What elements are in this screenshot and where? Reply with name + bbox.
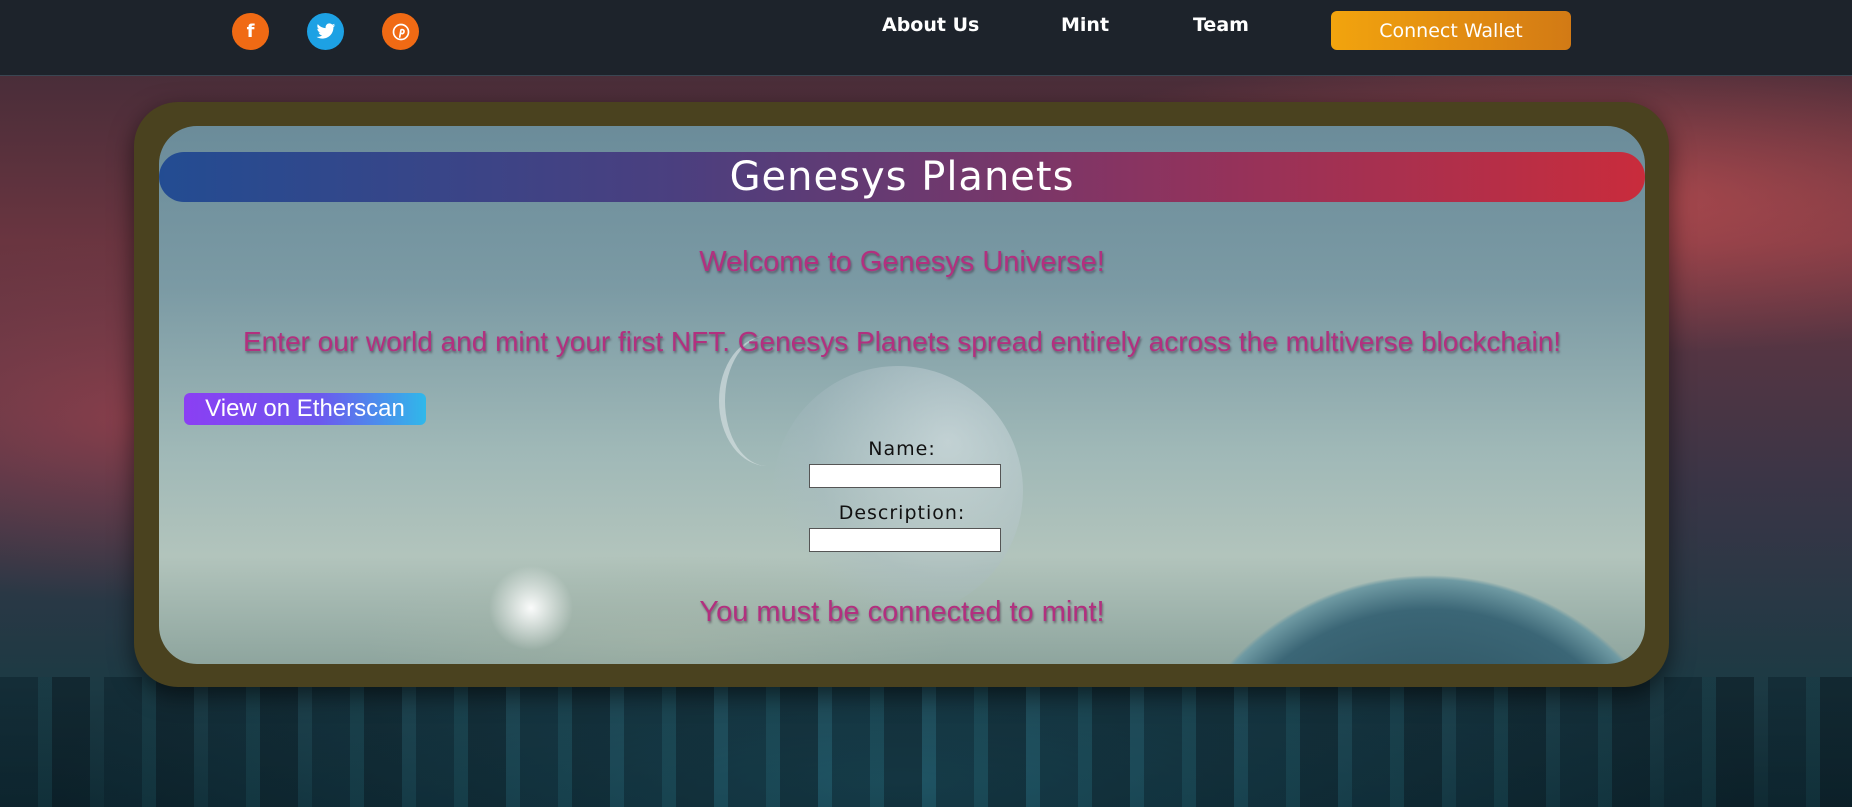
page-title: Genesys Planets [729, 154, 1075, 200]
name-label: Name: [868, 438, 936, 460]
pinterest-icon[interactable] [382, 13, 419, 50]
nav-about-us[interactable]: About Us [882, 14, 979, 36]
nav-mint[interactable]: Mint [1061, 14, 1109, 36]
nav-team[interactable]: Team [1193, 14, 1249, 36]
pinterest-p-glyph [392, 23, 409, 40]
facebook-icon[interactable]: f [232, 13, 269, 50]
intro-text: Enter our world and mint your first NFT.… [242, 326, 1562, 357]
welcome-heading: Welcome to Genesys Universe! [699, 246, 1105, 278]
name-input[interactable] [809, 464, 1001, 488]
description-label: Description: [838, 502, 966, 524]
connect-wallet-button[interactable]: Connect Wallet [1331, 11, 1571, 50]
description-input[interactable] [809, 528, 1001, 552]
city-background [0, 677, 1852, 807]
view-on-etherscan-button[interactable]: View on Etherscan [184, 393, 426, 425]
twitter-bird-glyph [316, 23, 335, 39]
top-navbar: f About Us Mint Team Connect Wallet [0, 0, 1852, 76]
twitter-icon[interactable] [307, 13, 344, 50]
title-banner: Genesys Planets [159, 152, 1645, 202]
mint-status-message: You must be connected to mint! [699, 596, 1105, 628]
